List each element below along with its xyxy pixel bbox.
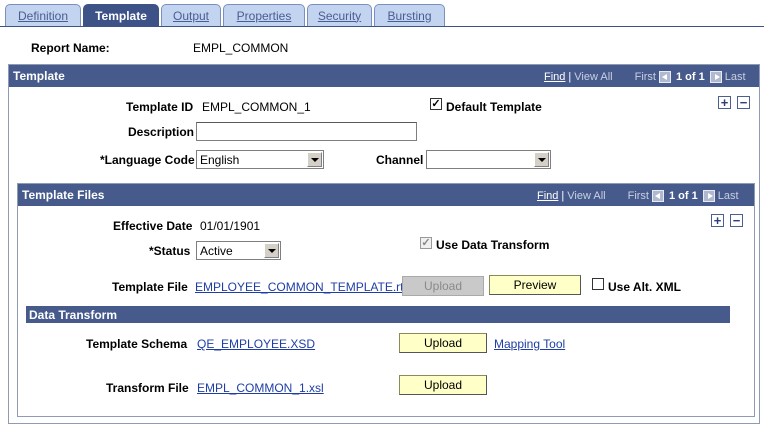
data-transform-header: Data Transform xyxy=(26,306,730,323)
nav-separator: | xyxy=(561,190,565,202)
channel-label: Channel xyxy=(376,153,424,167)
channel-select[interactable] xyxy=(426,150,551,169)
transform-upload-button[interactable]: Upload xyxy=(399,375,487,395)
language-code-select[interactable]: English xyxy=(196,150,324,169)
add-row-icon[interactable]: + xyxy=(711,214,724,227)
report-name-value: EMPL_COMMON xyxy=(193,41,289,55)
tab-bar: Definition Template Output Properties Se… xyxy=(0,0,764,27)
default-template-checkbox[interactable]: ✓ xyxy=(430,98,442,110)
template-group-nav: Find | View All First 1 of 1 Last xyxy=(544,71,746,83)
use-data-transform-label: Use Data Transform xyxy=(436,238,550,252)
template-id-value: EMPL_COMMON_1 xyxy=(202,100,311,114)
template-schema-label: Template Schema xyxy=(86,337,188,351)
template-files-header: Template Files Find | View All First 1 o… xyxy=(18,184,754,206)
next-arrow-icon[interactable] xyxy=(709,71,722,83)
template-group-title: Template xyxy=(13,69,65,83)
chevron-down-icon[interactable] xyxy=(264,243,279,258)
next-arrow-icon[interactable] xyxy=(702,190,715,202)
row-count: 1 of 1 xyxy=(675,71,705,83)
template-file-label: Template File xyxy=(112,280,188,294)
delete-row-icon[interactable]: − xyxy=(737,96,750,109)
delete-row-icon[interactable]: − xyxy=(730,214,743,227)
transform-file-link[interactable]: EMPL_COMMON_1.xsl xyxy=(197,381,324,395)
status-label: *Status xyxy=(149,244,191,258)
use-data-transform-checkbox[interactable]: ✓ xyxy=(420,237,432,249)
previous-arrow-icon[interactable] xyxy=(658,71,671,83)
last-label: Last xyxy=(717,190,739,202)
template-schema-link[interactable]: QE_EMPLOYEE.XSD xyxy=(197,337,315,351)
effective-date-label: Effective Date xyxy=(113,219,193,233)
template-id-label: Template ID xyxy=(126,100,194,114)
description-label: Description xyxy=(128,125,195,139)
chevron-down-icon[interactable] xyxy=(307,152,322,167)
preview-button[interactable]: Preview xyxy=(489,275,581,295)
template-file-link[interactable]: EMPLOYEE_COMMON_TEMPLATE.rtf xyxy=(195,280,407,294)
use-alt-xml-checkbox[interactable] xyxy=(592,278,604,290)
schema-upload-button[interactable]: Upload xyxy=(399,333,487,353)
template-group: Template Find | View All First 1 of 1 La… xyxy=(8,64,760,424)
previous-arrow-icon[interactable] xyxy=(651,190,664,202)
mapping-tool-link[interactable]: Mapping Tool xyxy=(494,337,565,351)
tab-definition[interactable]: Definition xyxy=(5,4,81,26)
description-input[interactable] xyxy=(196,122,417,141)
find-link[interactable]: Find xyxy=(537,190,558,202)
add-row-icon[interactable]: + xyxy=(718,96,731,109)
nav-separator: | xyxy=(568,71,572,83)
first-label: First xyxy=(634,71,656,83)
tab-template[interactable]: Template xyxy=(83,4,159,26)
view-all-link: View All xyxy=(567,190,606,202)
template-files-nav: Find | View All First 1 of 1 Last xyxy=(537,190,739,202)
template-files-group: Template Files Find | View All First 1 o… xyxy=(17,183,755,417)
report-name-label: Report Name: xyxy=(31,41,110,55)
tab-divider xyxy=(0,26,764,27)
tab-bursting[interactable]: Bursting xyxy=(374,4,445,26)
language-code-label: *Language Code xyxy=(100,153,195,167)
tab-output[interactable]: Output xyxy=(161,4,221,26)
last-label: Last xyxy=(724,71,746,83)
chevron-down-icon[interactable] xyxy=(534,152,549,167)
template-upload-button[interactable]: Upload xyxy=(402,276,484,296)
row-count: 1 of 1 xyxy=(668,190,698,202)
use-alt-xml-label: Use Alt. XML xyxy=(608,280,681,294)
effective-date-value: 01/01/1901 xyxy=(200,219,261,233)
status-select[interactable]: Active xyxy=(196,241,281,260)
find-link[interactable]: Find xyxy=(544,71,565,83)
view-all-link: View All xyxy=(574,71,613,83)
status-value: Active xyxy=(200,244,233,258)
default-template-label: Default Template xyxy=(446,100,542,114)
tab-properties[interactable]: Properties xyxy=(223,4,305,26)
template-files-title: Template Files xyxy=(22,188,105,202)
tab-security[interactable]: Security xyxy=(307,4,372,26)
transform-file-label: Transform File xyxy=(106,381,189,395)
first-label: First xyxy=(627,190,649,202)
template-group-header: Template Find | View All First 1 of 1 La… xyxy=(9,65,759,87)
language-code-value: English xyxy=(200,153,240,167)
